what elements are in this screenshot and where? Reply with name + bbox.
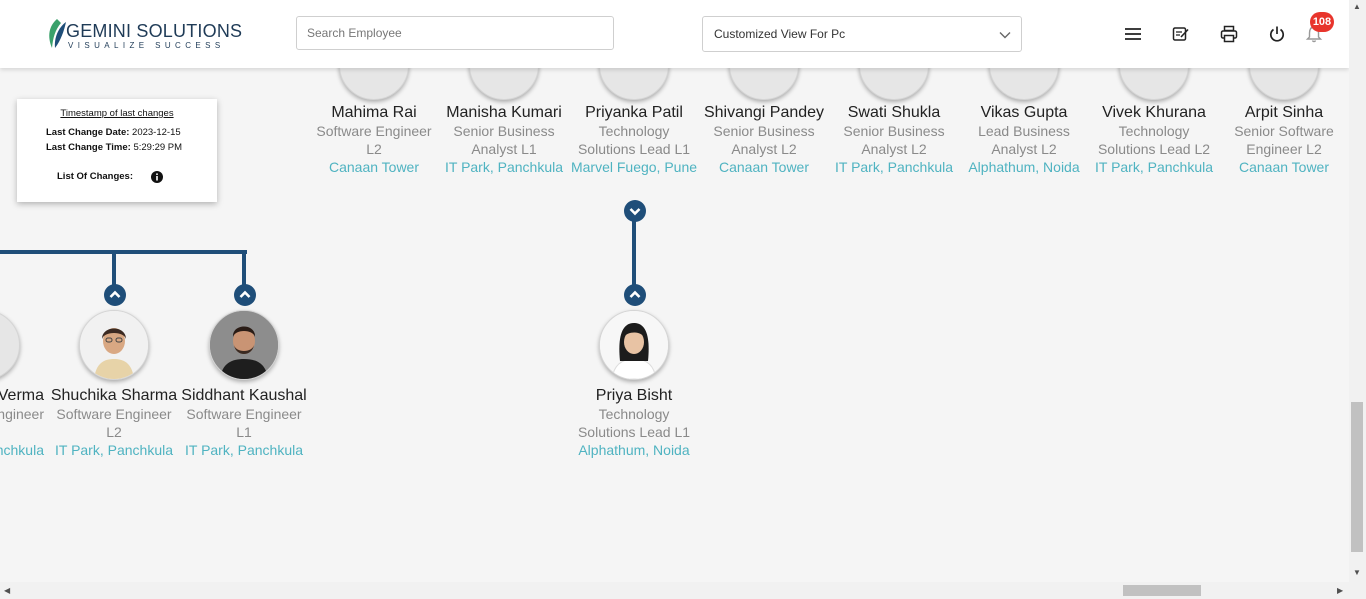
- scroll-left-arrow-icon[interactable]: ◀: [4, 586, 10, 595]
- employee-designation: Lead Business Analyst L2: [978, 123, 1070, 157]
- last-change-time-value: 5:29:29 PM: [133, 142, 183, 153]
- employee-name: Priya Bisht: [595, 387, 673, 404]
- employee-avatar[interactable]: [0, 310, 20, 380]
- employee-designation: Senior Business Analyst L2: [713, 123, 815, 157]
- person-photo-icon: [600, 311, 668, 379]
- person-photo-icon: [80, 311, 148, 379]
- employee-card[interactable]: Vikas Gupta Lead Business Analyst L2 Alp…: [959, 104, 1089, 176]
- last-change-date: Last Change Date: 2023-12-15: [46, 127, 181, 138]
- employee-location: Marvel Fuego, Pune: [570, 159, 698, 175]
- employee-name: Siddhant Kaushal: [181, 387, 307, 404]
- employee-name: Priyanka Patil: [585, 104, 683, 121]
- employee-card[interactable]: Siddhant Kaushal Software Engineer L1 IT…: [179, 387, 309, 459]
- company-logo[interactable]: GEMINI SOLUTIONS VISUALIZE SUCCESS: [46, 18, 242, 52]
- last-change-date-label: Last Change Date:: [46, 127, 130, 138]
- top-header: GEMINI SOLUTIONS VISUALIZE SUCCESS Custo…: [0, 0, 1349, 68]
- employee-name: Shivangi Pandey: [703, 104, 825, 121]
- employee-location: IT Park, Panchkula: [834, 159, 954, 175]
- employee-designation: Senior Business Analyst L1: [453, 123, 555, 157]
- employee-location: Canaan Tower: [1238, 159, 1330, 175]
- employee-card[interactable]: Priyanka Patil Technology Solutions Lead…: [569, 104, 699, 176]
- employee-name: Verma: [0, 387, 44, 404]
- employee-name: Shuchika Sharma: [50, 387, 178, 404]
- employee-card[interactable]: Arpit Sinha Senior Software Engineer L2 …: [1219, 104, 1349, 176]
- horizontal-scroll-thumb[interactable]: [1123, 585, 1201, 596]
- last-change-time: Last Change Time: 5:29:29 PM: [46, 142, 182, 153]
- search-employee-input[interactable]: [296, 16, 614, 50]
- employee-card[interactable]: Shivangi Pandey Senior Business Analyst …: [699, 104, 829, 176]
- person-photo-icon: [210, 311, 278, 379]
- view-select[interactable]: Customized View For Pc: [702, 16, 1022, 52]
- expand-chevron-down-icon[interactable]: [624, 200, 646, 222]
- employee-name: Mahima Rai: [331, 104, 417, 121]
- power-icon[interactable]: [1268, 25, 1286, 43]
- employee-avatar[interactable]: [209, 310, 279, 380]
- employee-designation: Software Engineer L2: [56, 406, 172, 440]
- tree-connector: [0, 250, 247, 254]
- employee-location: IT Park, Panchkula: [54, 442, 174, 458]
- scroll-up-arrow-icon[interactable]: ▲: [1353, 2, 1361, 11]
- panel-title: Timestamp of last changes: [60, 108, 174, 119]
- employee-name: Arpit Sinha: [1244, 104, 1324, 121]
- employee-card[interactable]: Manisha Kumari Senior Business Analyst L…: [439, 104, 569, 176]
- employee-designation: Technology Solutions Lead L1: [577, 123, 691, 157]
- logo-tagline: VISUALIZE SUCCESS: [68, 41, 225, 50]
- employee-name: Swati Shukla: [847, 104, 941, 121]
- employee-name: Vikas Gupta: [980, 104, 1068, 121]
- tree-connector: [112, 250, 116, 286]
- employee-name: Vivek Khurana: [1102, 104, 1206, 121]
- employee-card[interactable]: Vivek Khurana Technology Solutions Lead …: [1089, 104, 1219, 176]
- employee-location: Alphathum, Noida: [968, 159, 1080, 175]
- employee-designation: Software Engineer L1: [186, 406, 302, 440]
- employee-card[interactable]: Swati Shukla Senior Business Analyst L2 …: [829, 104, 959, 176]
- vertical-scrollbar[interactable]: ▲ ▼: [1349, 0, 1366, 582]
- employee-designation: Software Engineer L2: [316, 123, 432, 157]
- employee-card[interactable]: Shuchika Sharma Software Engineer L2 IT …: [49, 387, 179, 459]
- logo-leaf-icon: [49, 19, 66, 48]
- edit-note-icon[interactable]: [1172, 25, 1190, 43]
- employee-designation: ngineer: [0, 406, 44, 422]
- scroll-right-arrow-icon[interactable]: ▶: [1337, 586, 1343, 595]
- collapse-chevron-up-icon[interactable]: [624, 284, 646, 306]
- employee-location: IT Park, Panchkula: [184, 442, 304, 458]
- employee-card[interactable]: Priya Bisht Technology Solutions Lead L1…: [569, 387, 699, 459]
- collapse-chevron-up-icon[interactable]: [104, 284, 126, 306]
- print-icon[interactable]: [1220, 25, 1238, 43]
- employee-location: IT Park, Panchkula: [1094, 159, 1214, 175]
- employee-location: IT Park, Panchkula: [444, 159, 564, 175]
- employee-location: nchkula: [0, 442, 44, 458]
- employee-card[interactable]: Verma ngineer nchkula: [0, 387, 44, 459]
- vertical-scroll-thumb[interactable]: [1351, 402, 1363, 552]
- employee-location: Alphathum, Noida: [578, 442, 690, 458]
- info-icon[interactable]: [151, 171, 163, 183]
- employee-avatar[interactable]: [79, 310, 149, 380]
- notification-count-badge: 108: [1310, 12, 1334, 32]
- view-select-value: Customized View For Pc: [714, 27, 846, 41]
- chevron-down-icon: [999, 32, 1011, 39]
- employee-designation: Technology Solutions Lead L1: [577, 406, 691, 440]
- employee-avatar[interactable]: [599, 310, 669, 380]
- menu-icon[interactable]: [1124, 25, 1142, 43]
- employee-designation: Senior Software Engineer L2: [1234, 123, 1334, 157]
- employee-designation: Senior Business Analyst L2: [843, 123, 945, 157]
- employee-card[interactable]: Mahima Rai Software Engineer L2 Canaan T…: [309, 104, 439, 176]
- employee-location: Canaan Tower: [328, 159, 420, 175]
- employee-location: Canaan Tower: [718, 159, 810, 175]
- scroll-down-arrow-icon[interactable]: ▼: [1353, 568, 1361, 577]
- employee-name: Manisha Kumari: [446, 104, 562, 121]
- last-changes-panel: Timestamp of last changes Last Change Da…: [17, 99, 217, 202]
- employee-designation: Technology Solutions Lead L2: [1097, 123, 1211, 157]
- logo-name: GEMINI SOLUTIONS: [66, 21, 243, 41]
- horizontal-scrollbar[interactable]: ◀ ▶: [0, 582, 1366, 599]
- tree-connector: [632, 218, 636, 288]
- list-of-changes-label: List Of Changes:: [57, 171, 134, 182]
- tree-connector: [242, 250, 246, 286]
- last-change-time-label: Last Change Time:: [46, 142, 131, 153]
- collapse-chevron-up-icon[interactable]: [234, 284, 256, 306]
- last-change-date-value: 2023-12-15: [132, 127, 181, 138]
